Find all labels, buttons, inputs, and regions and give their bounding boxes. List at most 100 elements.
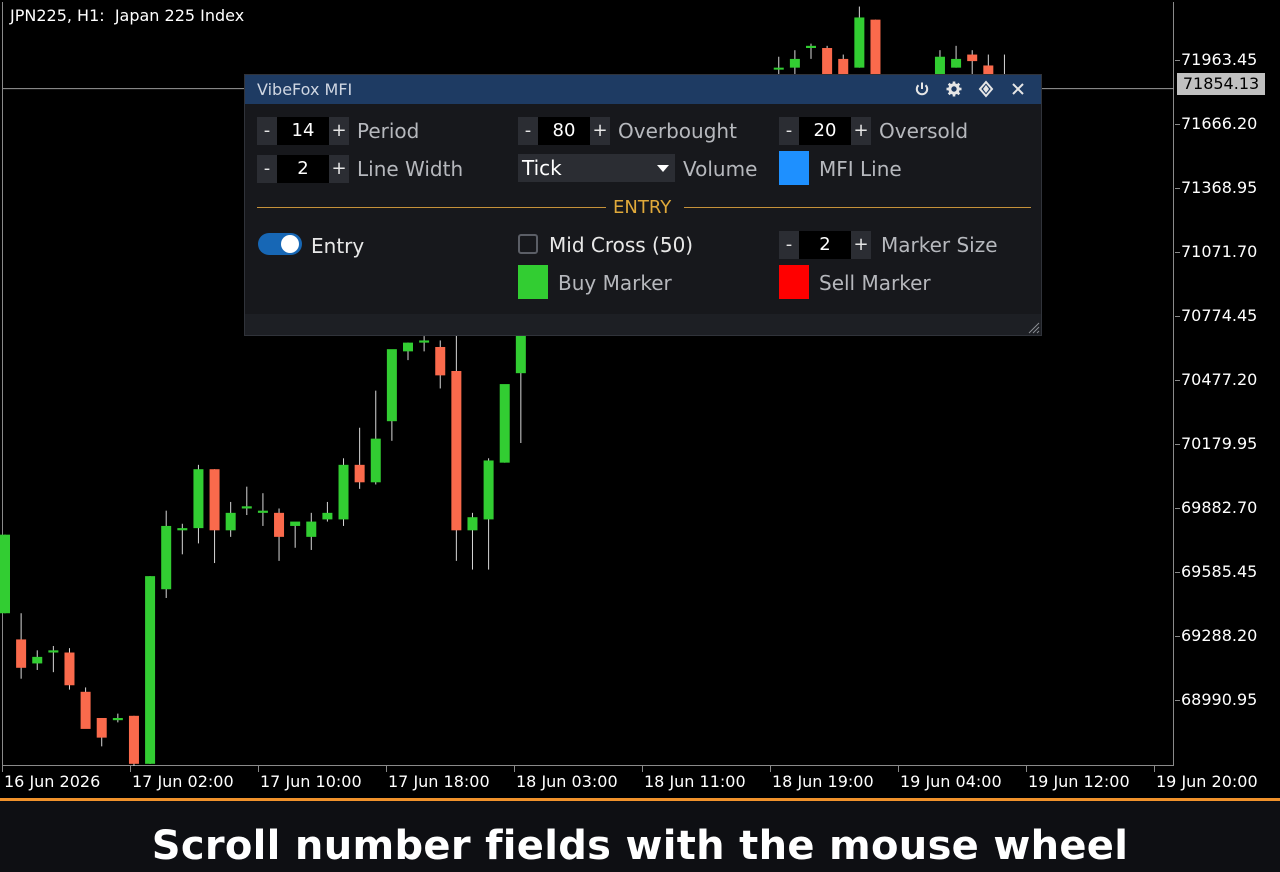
entry-toggle[interactable] — [258, 233, 302, 255]
dropdown-caret-icon — [657, 165, 669, 172]
line-width-stepper[interactable]: - 2 + — [257, 155, 349, 183]
candle-body-down — [64, 652, 75, 686]
oversold-minus-button[interactable]: - — [779, 117, 799, 145]
oversold-plus-button[interactable]: + — [851, 117, 871, 145]
y-tick-label: 70774.45 — [1181, 306, 1258, 325]
volume-label: Volume — [683, 157, 758, 181]
line-width-minus-button[interactable]: - — [257, 155, 277, 183]
overbought-plus-button[interactable]: + — [590, 117, 610, 145]
y-tick-label: 70477.20 — [1181, 370, 1258, 389]
volume-selected-value: Tick — [522, 156, 562, 180]
candle — [515, 318, 526, 444]
caption-bar: Scroll number fields with the mouse whee… — [0, 798, 1280, 872]
close-icon[interactable] — [1009, 80, 1027, 98]
y-tick-mark — [1175, 380, 1180, 381]
x-tick-mark — [386, 766, 387, 772]
period-stepper[interactable]: - 14 + — [257, 117, 349, 145]
section-divider-right — [684, 207, 1031, 208]
candle-body-down — [274, 512, 285, 537]
y-tick-mark — [1175, 444, 1180, 445]
candle — [467, 512, 478, 570]
entry-label: Entry — [311, 234, 365, 258]
candle-body-up — [112, 717, 123, 721]
time-axis[interactable]: 16 Jun 2026 17 Jun 02:00 17 Jun 10:00 17 Ju… — [0, 766, 1280, 798]
vibefox-mfi-panel: VibeFox MFI - 14 + Period - 80 + Overbou… — [244, 74, 1042, 336]
line-width-label: Line Width — [357, 157, 464, 181]
y-tick-mark — [1175, 572, 1180, 573]
buy-marker-label: Buy Marker — [558, 271, 672, 295]
gear-icon[interactable] — [945, 80, 963, 98]
candle-body-down — [128, 715, 139, 764]
y-tick-label: 69882.70 — [1181, 498, 1258, 517]
diamond-icon[interactable] — [977, 80, 995, 98]
volume-select[interactable]: Tick — [518, 154, 675, 182]
section-divider-left — [257, 207, 606, 208]
y-tick-mark — [1175, 60, 1180, 61]
candle-body-up — [467, 517, 478, 531]
candle — [806, 43, 816, 59]
candle-body-up — [161, 525, 172, 590]
candle-body-up — [854, 17, 865, 68]
panel-footer — [245, 314, 1041, 335]
entry-section-title: ENTRY — [613, 197, 672, 218]
x-tick-label: 17 Jun 18:00 — [388, 772, 490, 791]
x-tick-mark — [1026, 766, 1027, 772]
candle-body-down — [435, 346, 446, 376]
candle-body-up — [419, 340, 430, 343]
period-value[interactable]: 14 — [277, 117, 329, 145]
candle-body-down — [209, 469, 220, 531]
candle — [225, 501, 236, 537]
marker-size-value[interactable]: 2 — [799, 231, 851, 259]
candle — [403, 342, 413, 361]
buy-marker-color-swatch[interactable] — [518, 265, 548, 299]
x-tick-mark — [258, 766, 259, 772]
power-icon[interactable] — [913, 80, 931, 98]
line-width-value[interactable]: 2 — [277, 155, 329, 183]
y-tick-label: 69288.20 — [1181, 626, 1258, 645]
candle — [322, 501, 333, 522]
period-minus-button[interactable]: - — [257, 117, 277, 145]
mid-cross-checkbox[interactable] — [518, 234, 538, 254]
marker-size-plus-button[interactable]: + — [851, 231, 871, 259]
sell-marker-label: Sell Marker — [819, 271, 931, 295]
overbought-value[interactable]: 80 — [538, 117, 590, 145]
candle-body-down — [96, 717, 107, 738]
mid-cross-label: Mid Cross (50) — [549, 233, 694, 257]
period-plus-button[interactable]: + — [329, 117, 349, 145]
candle — [451, 327, 462, 561]
overbought-label: Overbought — [618, 119, 737, 143]
y-tick-mark — [1175, 636, 1180, 637]
candle — [128, 715, 139, 766]
x-tick-mark — [2, 766, 3, 772]
x-tick-mark — [898, 766, 899, 772]
oversold-stepper[interactable]: - 20 + — [779, 117, 871, 145]
y-tick-mark — [1175, 124, 1180, 125]
x-tick-mark — [642, 766, 643, 772]
line-width-plus-button[interactable]: + — [329, 155, 349, 183]
y-tick-label: 70179.95 — [1181, 434, 1258, 453]
candle — [161, 510, 172, 598]
price-axis[interactable]: 71963.45 71666.20 71368.95 71071.70 70774.45… — [1175, 0, 1280, 766]
x-tick-label: 18 Jun 19:00 — [772, 772, 874, 791]
marker-size-stepper[interactable]: - 2 + — [779, 231, 871, 259]
candle-body-up — [225, 512, 236, 531]
panel-header[interactable]: VibeFox MFI — [245, 75, 1041, 104]
resize-grip-icon[interactable] — [1028, 322, 1040, 334]
overbought-minus-button[interactable]: - — [518, 117, 538, 145]
caption-text: Scroll number fields with the mouse whee… — [151, 823, 1129, 869]
candle-body-down — [16, 639, 27, 668]
candle — [209, 469, 220, 564]
mfi-line-color-swatch[interactable] — [779, 151, 809, 185]
y-tick-label: 71963.45 — [1181, 50, 1258, 69]
candle-body-up — [773, 67, 784, 70]
candle-body-up — [48, 650, 59, 653]
candle-body-up — [0, 534, 10, 614]
sell-marker-color-swatch[interactable] — [779, 265, 809, 299]
oversold-value[interactable]: 20 — [799, 117, 851, 145]
candle — [951, 45, 962, 68]
marker-size-minus-button[interactable]: - — [779, 231, 799, 259]
overbought-stepper[interactable]: - 80 + — [518, 117, 610, 145]
mfi-line-label: MFI Line — [819, 157, 902, 181]
y-tick-label: 69585.45 — [1181, 562, 1258, 581]
candle-body-up — [806, 45, 816, 49]
